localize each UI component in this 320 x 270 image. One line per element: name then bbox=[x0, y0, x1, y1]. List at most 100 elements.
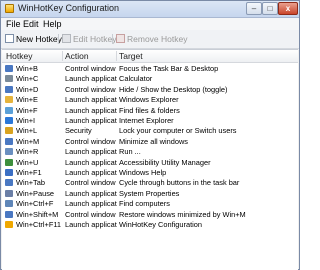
table-row[interactable]: Win+D Control window Hide / Show the Deskt… bbox=[2, 85, 298, 94]
table-row[interactable]: Win+I Launch applicati...Internet Explore… bbox=[2, 116, 298, 125]
hotkey-cell: Win+I bbox=[16, 116, 36, 125]
remove-icon bbox=[116, 34, 125, 43]
action-cell: Launch applicati... bbox=[65, 199, 117, 209]
action-cell: Control window bbox=[65, 84, 116, 94]
calculator-icon bbox=[5, 75, 13, 83]
action-cell: Control window bbox=[65, 178, 116, 188]
window-title: WinHotKey Configuration bbox=[18, 3, 120, 13]
hotkey-cell: Win+Ctrl+F bbox=[16, 199, 54, 209]
hotkey-cell: Win+Tab bbox=[16, 178, 45, 188]
target-cell: Calculator bbox=[119, 74, 153, 84]
table-row[interactable]: Win+F Launch applicati...Find files & fol… bbox=[2, 106, 298, 115]
column-divider[interactable] bbox=[116, 51, 117, 61]
target-cell: Lock your computer or Switch users bbox=[119, 126, 237, 136]
hotkey-list[interactable]: Hotkey Action Target Win+B Control window… bbox=[2, 49, 298, 270]
target-cell: Cycle through buttons in the task bar bbox=[119, 178, 240, 188]
column-divider[interactable] bbox=[62, 51, 63, 61]
hotkey-cell: Win+Ctrl+F11 bbox=[16, 220, 62, 229]
menu-help[interactable]: Help bbox=[43, 19, 62, 29]
target-cell: Minimize all windows bbox=[119, 136, 188, 146]
hotkey-cell: Win+Shift+M bbox=[16, 209, 59, 219]
table-row[interactable]: Win+M Control window Minimize all windows bbox=[2, 137, 298, 146]
table-row[interactable]: Win+Shift+M Control window Restore windows… bbox=[2, 210, 298, 219]
window-icon bbox=[5, 85, 13, 93]
hotkey-cell: Win+M bbox=[16, 136, 40, 146]
window-icon bbox=[5, 179, 13, 187]
target-cell: Windows Help bbox=[119, 168, 167, 177]
hotkey-cell: Win+C bbox=[16, 74, 39, 84]
hotkey-cell: Win+E bbox=[16, 95, 38, 105]
action-cell: Launch applicati... bbox=[65, 95, 117, 105]
table-row[interactable]: Win+Tab Control window Cycle through butto… bbox=[2, 178, 298, 187]
action-cell: Control window bbox=[65, 64, 116, 73]
action-cell: Control window bbox=[65, 136, 116, 146]
toolbar-separator bbox=[58, 34, 59, 44]
table-row[interactable]: Win+E Launch applicati...Windows Explorer bbox=[2, 95, 298, 104]
target-cell: Find computers bbox=[119, 199, 170, 209]
edit-icon bbox=[62, 34, 71, 43]
action-cell: Launch applicati... bbox=[65, 105, 117, 115]
action-cell: Launch applicati... bbox=[65, 168, 117, 177]
action-cell: Launch applicati... bbox=[65, 188, 117, 198]
hotkey-cell: Win+L bbox=[16, 126, 38, 136]
menu-file[interactable]: File bbox=[6, 19, 21, 29]
action-cell: Control window bbox=[65, 209, 116, 219]
minimize-button[interactable]: – bbox=[246, 2, 262, 15]
ie-icon bbox=[5, 117, 13, 124]
table-row[interactable]: Win+Ctrl+F11Launch applicati...WinHotKey… bbox=[2, 220, 298, 229]
action-cell: Security bbox=[65, 126, 92, 136]
target-cell: System Properties bbox=[119, 188, 180, 198]
table-row[interactable]: Win+Pause Launch applicati...System Prope… bbox=[2, 189, 298, 198]
window-icon bbox=[5, 137, 13, 145]
menu-edit[interactable]: Edit bbox=[23, 19, 39, 29]
title-bar[interactable]: WinHotKey Configuration – □ x bbox=[1, 1, 299, 18]
action-cell: Launch applicati... bbox=[65, 147, 117, 157]
close-button[interactable]: x bbox=[278, 2, 298, 15]
app-window: WinHotKey Configuration – □ x File Edit … bbox=[0, 0, 300, 270]
toolbar: New Hotkey... Edit Hotkey... Remove Hotk… bbox=[1, 30, 299, 49]
new-hotkey-label: New Hotkey... bbox=[16, 34, 69, 44]
remove-hotkey-label: Remove Hotkey bbox=[127, 34, 188, 44]
table-row[interactable]: Win+U Launch applicati...Accessibility Ut… bbox=[2, 158, 298, 167]
folder-icon bbox=[5, 96, 13, 104]
hotkey-cell: Win+F1 bbox=[16, 168, 42, 177]
action-cell: Launch applicati... bbox=[65, 157, 117, 167]
table-row[interactable]: Win+F1 Launch applicati...Windows Help bbox=[2, 168, 298, 177]
hotkey-cell: Win+B bbox=[16, 64, 38, 73]
hotkey-cell: Win+D bbox=[16, 84, 39, 94]
table-row[interactable]: Win+B Control window Focus the Task Bar & … bbox=[2, 64, 298, 73]
hotkey-cell: Win+F bbox=[16, 105, 38, 115]
table-row[interactable]: Win+L Security Lock your computer or Switc… bbox=[2, 126, 298, 135]
run-icon bbox=[5, 148, 13, 156]
menu-bar: File Edit Help bbox=[1, 18, 299, 30]
target-cell: Focus the Task Bar & Desktop bbox=[119, 64, 219, 73]
action-cell: Launch applicati... bbox=[65, 116, 117, 125]
remove-hotkey-button[interactable]: Remove Hotkey bbox=[116, 33, 187, 45]
action-cell: Launch applicati... bbox=[65, 220, 117, 229]
app-icon bbox=[5, 4, 14, 13]
table-row[interactable]: Win+C Launch applicati...Calculator bbox=[2, 74, 298, 83]
winhotkey-icon bbox=[5, 221, 13, 228]
maximize-button[interactable]: □ bbox=[262, 2, 278, 15]
toolbar-separator bbox=[112, 34, 113, 44]
computer-icon bbox=[5, 200, 13, 208]
hotkey-cell: Win+Pause bbox=[16, 188, 54, 198]
column-header-target[interactable]: Target bbox=[119, 51, 143, 61]
target-cell: Accessibility Utility Manager bbox=[119, 157, 211, 167]
table-row[interactable]: Win+Ctrl+F Launch applicati...Find comput… bbox=[2, 199, 298, 208]
target-cell: Hide / Show the Desktop (toggle) bbox=[119, 84, 228, 94]
hotkey-cell: Win+U bbox=[16, 157, 39, 167]
column-header-hotkey[interactable]: Hotkey bbox=[6, 51, 32, 61]
new-document-icon bbox=[5, 34, 14, 43]
target-cell: WinHotKey Configuration bbox=[119, 220, 202, 229]
target-cell: Run ... bbox=[119, 147, 141, 157]
lock-icon bbox=[5, 127, 13, 135]
list-header: Hotkey Action Target bbox=[2, 50, 298, 63]
column-header-action[interactable]: Action bbox=[65, 51, 89, 61]
edit-hotkey-button[interactable]: Edit Hotkey... bbox=[62, 33, 123, 45]
target-cell: Windows Explorer bbox=[119, 95, 179, 105]
target-cell: Internet Explorer bbox=[119, 116, 174, 125]
action-cell: Launch applicati... bbox=[65, 74, 117, 84]
help-icon bbox=[5, 169, 13, 176]
table-row[interactable]: Win+R Launch applicati...Run ... bbox=[2, 147, 298, 156]
